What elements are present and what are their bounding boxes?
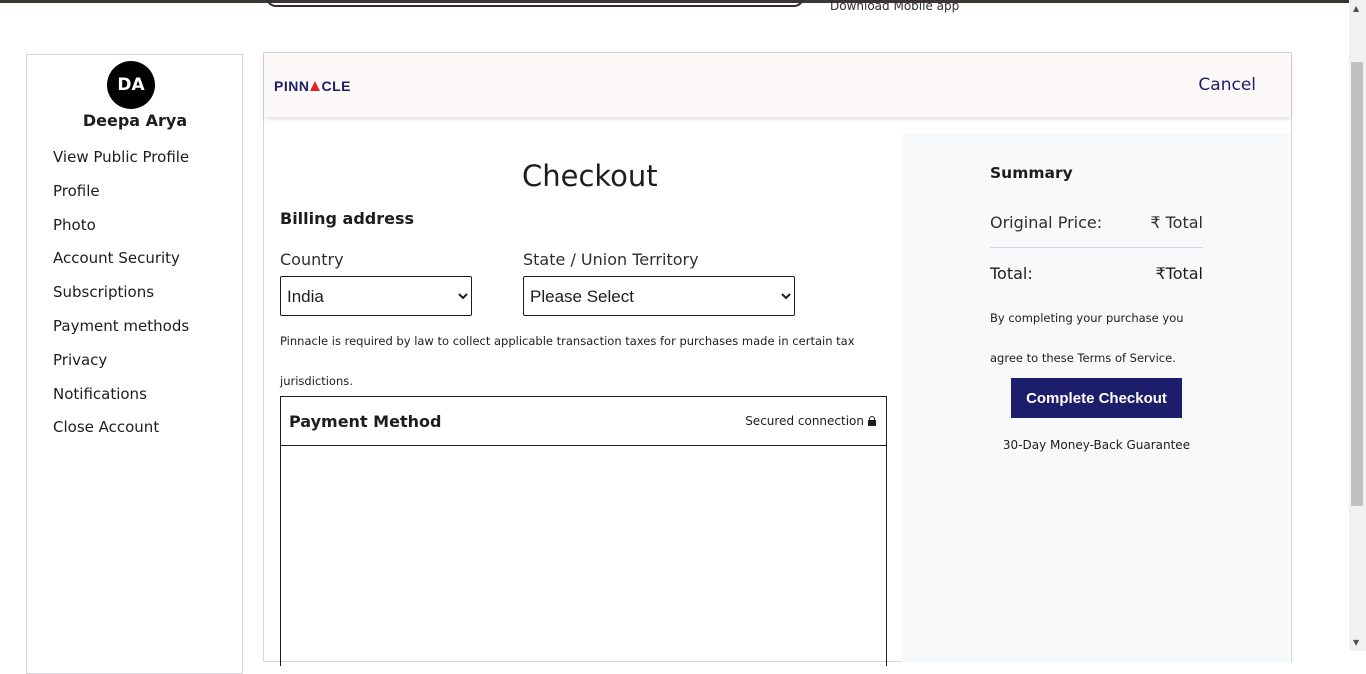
sidebar-item-account-security[interactable]: Account Security xyxy=(53,248,189,282)
sidebar-item-payment-methods[interactable]: Payment methods xyxy=(53,316,189,350)
total-label: Total: xyxy=(990,264,1033,283)
sidebar-item-view-public-profile[interactable]: View Public Profile xyxy=(53,147,189,181)
summary-title: Summary xyxy=(990,164,1073,182)
country-select[interactable]: India xyxy=(280,276,472,316)
order-summary: Summary Original Price: ₹ Total Total: ₹… xyxy=(902,133,1291,663)
cancel-link[interactable]: Cancel xyxy=(1198,75,1256,95)
summary-divider xyxy=(990,247,1203,248)
secured-connection-note: Secured connection xyxy=(745,414,876,428)
terms-of-service-note: By completing your purchase you agree to… xyxy=(990,311,1184,365)
logo-triangle-icon xyxy=(310,81,321,91)
original-price-label: Original Price: xyxy=(990,213,1103,232)
payment-method-section: Payment Method Secured connection xyxy=(280,396,887,666)
original-price-value: ₹ Total xyxy=(1150,213,1203,232)
sidebar-item-subscriptions[interactable]: Subscriptions xyxy=(53,282,189,316)
payment-method-title: Payment Method xyxy=(289,412,442,431)
pinnacle-logo[interactable]: PINN CLE xyxy=(274,78,351,94)
account-sidebar: DA Deepa Arya View Public Profile Profil… xyxy=(26,54,243,674)
sidebar-item-close-account[interactable]: Close Account xyxy=(53,417,189,451)
scroll-down-arrow-icon[interactable]: ▼ xyxy=(1353,638,1359,647)
secured-connection-label: Secured connection xyxy=(745,414,864,428)
avatar[interactable]: DA xyxy=(107,61,155,109)
payment-method-header: Payment Method Secured connection xyxy=(281,397,886,446)
scroll-up-arrow-icon[interactable]: ▲ xyxy=(1353,4,1359,13)
sidebar-item-profile[interactable]: Profile xyxy=(53,181,189,215)
sidebar-item-photo[interactable]: Photo xyxy=(53,215,189,249)
state-select[interactable]: Please Select xyxy=(523,276,795,316)
country-label: Country xyxy=(280,250,344,269)
state-label: State / Union Territory xyxy=(523,250,699,269)
download-app-link[interactable]: Download Mobile app xyxy=(830,0,959,13)
billing-address-heading: Billing address xyxy=(280,209,415,228)
checkout-panel: PINN CLE Cancel Checkout Billing address … xyxy=(263,52,1292,666)
money-back-guarantee: 30-Day Money-Back Guarantee xyxy=(1002,438,1191,452)
top-navigation-strip: Download Mobile app xyxy=(0,0,1349,16)
checkout-header: PINN CLE Cancel xyxy=(264,53,1291,117)
complete-checkout-button[interactable]: Complete Checkout xyxy=(1011,378,1182,418)
total-value: ₹Total xyxy=(1155,264,1203,283)
logo-text-left: PINN xyxy=(274,78,310,94)
sidebar-nav: View Public Profile Profile Photo Accoun… xyxy=(53,147,189,451)
search-bar-edge[interactable] xyxy=(266,0,804,7)
user-name: Deepa Arya xyxy=(82,111,188,130)
page-title: Checkout xyxy=(522,159,658,193)
sidebar-item-privacy[interactable]: Privacy xyxy=(53,350,189,384)
vertical-scrollbar[interactable]: ▲ ▼ xyxy=(1349,0,1366,651)
scrollbar-thumb[interactable] xyxy=(1351,62,1363,506)
logo-text-right: CLE xyxy=(321,78,351,94)
tax-notice: Pinnacle is required by law to collect a… xyxy=(280,334,855,388)
lock-icon xyxy=(868,416,876,426)
sidebar-item-notifications[interactable]: Notifications xyxy=(53,384,189,418)
